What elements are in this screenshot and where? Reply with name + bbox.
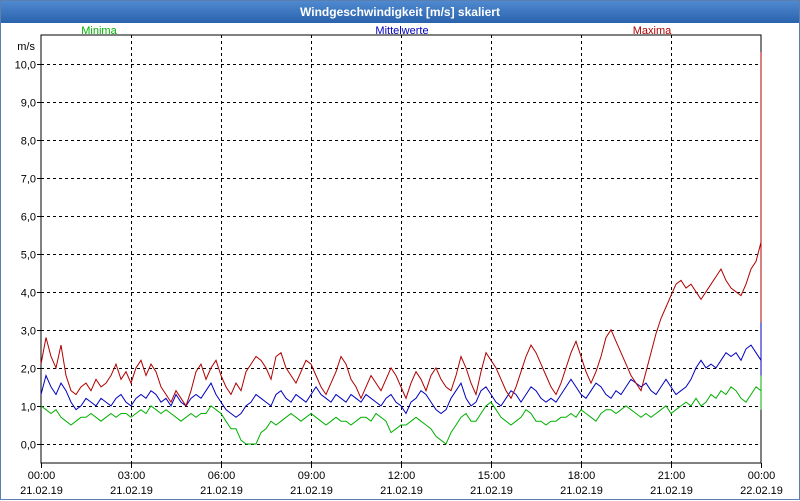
x-tick-date-label: 22.02.19: [740, 485, 783, 497]
x-tick-time-label: 12:00: [388, 470, 416, 482]
x-tick-time-label: 00:00: [28, 470, 56, 482]
y-axis-label: m/s: [17, 41, 35, 53]
y-tick-label: 0,0: [21, 440, 36, 452]
y-tick-label: 5,0: [21, 250, 36, 262]
x-tick-date-label: 21.02.19: [470, 485, 513, 497]
x-tick-time-label: 06:00: [208, 470, 236, 482]
y-tick-label: 7,0: [21, 174, 36, 186]
x-tick-date-label: 21.02.19: [20, 485, 63, 497]
window-title: Windgeschwindigkeit [m/s] skaliert: [1, 1, 799, 23]
x-tick-time-label: 00:00: [748, 470, 776, 482]
y-tick-label: 9,0: [21, 98, 36, 110]
y-tick-label: 4,0: [21, 288, 36, 300]
y-tick-label: 3,0: [21, 326, 36, 338]
y-tick-label: 1,0: [21, 402, 36, 414]
legend-entry-minima: Minima: [81, 25, 117, 37]
y-tick-label: 2,0: [21, 364, 36, 376]
y-tick-label: 8,0: [21, 136, 36, 148]
x-tick-date-label: 21.02.19: [290, 485, 333, 497]
y-tick-label: 6,0: [21, 212, 36, 224]
x-tick-time-label: 21:00: [658, 470, 686, 482]
x-tick-time-label: 09:00: [298, 470, 326, 482]
x-tick-date-label: 21.02.19: [560, 485, 603, 497]
x-tick-date-label: 21.02.19: [650, 485, 693, 497]
legend-entry-mittelwerte: Mittelwerte: [375, 25, 428, 37]
y-tick-label: 10,0: [15, 60, 36, 72]
plot-area: [40, 34, 762, 464]
x-tick-date-label: 21.02.19: [200, 485, 243, 497]
x-tick-time-label: 15:00: [478, 470, 506, 482]
x-tick-date-label: 21.02.19: [110, 485, 153, 497]
x-tick-date-label: 21.02.19: [380, 485, 423, 497]
wind-speed-chart: 0,0 1,0 2,0 3,0 4,0 5,0 6,0 7,0 8,0 9,0 10,0 m/s 00:…: [15, 25, 783, 497]
x-tick-time-label: 18:00: [568, 470, 596, 482]
chart-window: Windgeschwindigkeit [m/s] skaliert 0,0 1,…: [0, 0, 800, 500]
legend-entry-maxima: Maxima: [633, 25, 672, 37]
x-tick-time-label: 03:00: [118, 470, 146, 482]
